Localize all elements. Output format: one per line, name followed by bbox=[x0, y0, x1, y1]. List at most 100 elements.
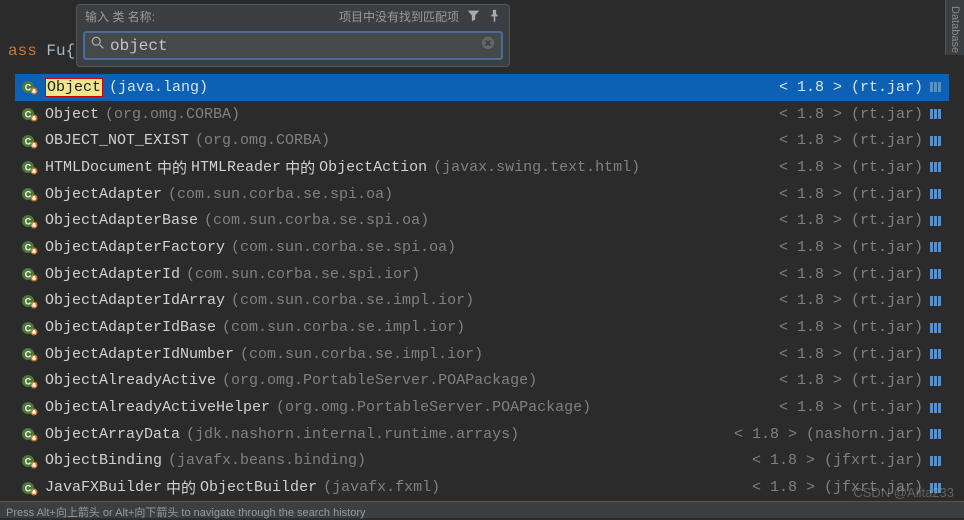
result-version: < 1.8 > (rt.jar) bbox=[779, 79, 923, 96]
result-row[interactable]: C ObjectAdapterId(com.sun.corba.se.spi.i… bbox=[15, 261, 949, 288]
library-icon bbox=[929, 402, 943, 414]
result-package: (org.omg.CORBA) bbox=[105, 106, 240, 123]
library-icon bbox=[929, 375, 943, 387]
search-class-popup: 输入 类 名称: 项目中没有找到匹配项 bbox=[76, 4, 510, 67]
result-version: < 1.8 > (rt.jar) bbox=[779, 292, 923, 309]
library-icon bbox=[929, 215, 943, 227]
result-row[interactable]: C ObjectAdapter (com.sun.corba.se.spi.oa)… bbox=[15, 181, 949, 208]
library-icon bbox=[929, 241, 943, 253]
result-name: ObjectAlreadyActive bbox=[45, 372, 216, 389]
class-icon: C bbox=[21, 239, 39, 255]
result-row[interactable]: C ObjectAdapterBase (com.sun.corba.se.spi… bbox=[15, 207, 949, 234]
result-version: < 1.8 > (rt.jar) bbox=[779, 159, 923, 176]
library-icon bbox=[929, 135, 943, 147]
result-version: < 1.8 > (nashorn.jar) bbox=[734, 426, 923, 443]
filter-icon[interactable] bbox=[467, 9, 480, 25]
library-icon bbox=[929, 428, 943, 440]
result-package: (javax.swing.text.html) bbox=[433, 159, 640, 176]
class-icon: C bbox=[21, 213, 39, 229]
result-name: ObjectAlreadyActiveHelper bbox=[45, 399, 270, 416]
result-package: (com.sun.corba.se.impl.ior) bbox=[231, 292, 474, 309]
result-name-part: 中的 bbox=[285, 157, 315, 178]
search-label: 输入 类 名称: bbox=[85, 8, 155, 25]
result-version: < 1.8 > (jfxrt.jar) bbox=[752, 452, 923, 469]
class-icon: C bbox=[21, 320, 39, 336]
result-version: < 1.8 > (rt.jar) bbox=[779, 132, 923, 149]
result-version: < 1.8 > (rt.jar) bbox=[779, 346, 923, 363]
result-name-part: 中的 bbox=[166, 477, 196, 498]
result-name: ObjectBinding bbox=[45, 452, 162, 469]
result-package: (javafx.beans.binding) bbox=[168, 452, 366, 469]
result-version: < 1.8 > (rt.jar) bbox=[779, 106, 923, 123]
result-package: (com.sun.corba.se.spi.oa) bbox=[204, 212, 429, 229]
result-row[interactable]: C ObjectAdapterIdNumber (com.sun.corba.se… bbox=[15, 341, 949, 368]
result-row[interactable]: C ObjectBinding (javafx.beans.binding) < 1… bbox=[15, 448, 949, 475]
result-name: ObjectAdapterIdNumber bbox=[45, 346, 234, 363]
library-icon bbox=[929, 348, 943, 360]
class-icon: C bbox=[21, 159, 39, 175]
result-name: ObjectAdapterIdBase bbox=[45, 319, 216, 336]
result-name-part: HTMLReader bbox=[191, 159, 281, 176]
result-row[interactable]: C ObjectAlreadyActiveHelper (org.omg.Port… bbox=[15, 394, 949, 421]
result-name: Object bbox=[45, 106, 99, 123]
class-icon: C bbox=[21, 453, 39, 469]
results-list: C Object(java.lang)< 1.8 > (rt.jar) C Ob… bbox=[15, 74, 949, 500]
result-package: (org.omg.PortableServer.POAPackage) bbox=[222, 372, 537, 389]
result-row[interactable]: C ObjectAdapterIdBase (com.sun.corba.se.i… bbox=[15, 314, 949, 341]
result-row[interactable]: C ObjectArrayData(jdk.nashorn.internal.r… bbox=[15, 421, 949, 448]
result-row[interactable]: C OBJECT_NOT_EXIST(org.omg.CORBA)< 1.8 >… bbox=[15, 127, 949, 154]
result-name: ObjectAdapterBase bbox=[45, 212, 198, 229]
result-row[interactable]: C HTMLDocument 中的 HTMLReader 中的 ObjectAc… bbox=[15, 154, 949, 181]
result-name: ObjectAdapterIdArray bbox=[45, 292, 225, 309]
result-version: < 1.8 > (rt.jar) bbox=[779, 372, 923, 389]
result-package: (com.sun.corba.se.impl.ior) bbox=[222, 319, 465, 336]
search-input[interactable] bbox=[110, 37, 481, 55]
result-version: < 1.8 > (rt.jar) bbox=[779, 399, 923, 416]
watermark: CSDN @Alita233 bbox=[853, 485, 954, 500]
pin-icon[interactable] bbox=[488, 9, 501, 25]
result-row[interactable]: C JavaFXBuilder 中的 ObjectBuilder(javafx.… bbox=[15, 474, 949, 500]
result-name-part: ObjectBuilder bbox=[200, 479, 317, 496]
result-package: (javafx.fxml) bbox=[323, 479, 440, 496]
result-row[interactable]: C Object(java.lang)< 1.8 > (rt.jar) bbox=[15, 74, 949, 101]
result-package: (com.sun.corba.se.spi.oa) bbox=[168, 186, 393, 203]
library-icon bbox=[929, 322, 943, 334]
library-icon bbox=[929, 268, 943, 280]
result-name-part: 中的 bbox=[157, 157, 187, 178]
result-package: (org.omg.PortableServer.POAPackage) bbox=[276, 399, 591, 416]
library-icon bbox=[929, 188, 943, 200]
result-row[interactable]: C ObjectAdapterIdArray (com.sun.corba.se.… bbox=[15, 288, 949, 315]
library-icon bbox=[929, 295, 943, 307]
result-version: < 1.8 > (rt.jar) bbox=[779, 186, 923, 203]
class-icon: C bbox=[21, 373, 39, 389]
clear-icon[interactable] bbox=[481, 36, 495, 55]
result-package: (jdk.nashorn.internal.runtime.arrays) bbox=[186, 426, 519, 443]
result-name-part: JavaFXBuilder bbox=[45, 479, 162, 496]
result-package: (com.sun.corba.se.impl.ior) bbox=[240, 346, 483, 363]
result-version: < 1.8 > (rt.jar) bbox=[779, 239, 923, 256]
result-name: ObjectAdapterId bbox=[45, 266, 180, 283]
class-icon: C bbox=[21, 266, 39, 282]
class-icon: C bbox=[21, 293, 39, 309]
result-package: (com.sun.corba.se.spi.oa) bbox=[231, 239, 456, 256]
class-icon: C bbox=[21, 346, 39, 362]
result-name-part: ObjectAction bbox=[319, 159, 427, 176]
result-row[interactable]: C ObjectAlreadyActive (org.omg.PortableSe… bbox=[15, 368, 949, 395]
database-tool-tab[interactable]: Database bbox=[945, 0, 964, 55]
library-icon bbox=[929, 108, 943, 120]
result-name: ObjectAdapterFactory bbox=[45, 239, 225, 256]
class-icon: C bbox=[21, 106, 39, 122]
result-version: < 1.8 > (rt.jar) bbox=[779, 266, 923, 283]
search-input-container[interactable] bbox=[83, 31, 503, 60]
class-icon: C bbox=[21, 186, 39, 202]
result-row[interactable]: C ObjectAdapterFactory (com.sun.corba.se.… bbox=[15, 234, 949, 261]
class-icon: C bbox=[21, 426, 39, 442]
class-icon: C bbox=[21, 400, 39, 416]
result-name: ObjectAdapter bbox=[45, 186, 162, 203]
editor-background: ass Fu{ bbox=[0, 42, 75, 60]
result-row[interactable]: C Object (org.omg.CORBA) < 1.8 > (rt.jar) bbox=[15, 101, 949, 128]
result-name: Object bbox=[45, 79, 103, 96]
library-icon bbox=[929, 81, 943, 93]
search-status: 项目中没有找到匹配项 bbox=[155, 8, 467, 25]
result-version: < 1.8 > (rt.jar) bbox=[779, 212, 923, 229]
